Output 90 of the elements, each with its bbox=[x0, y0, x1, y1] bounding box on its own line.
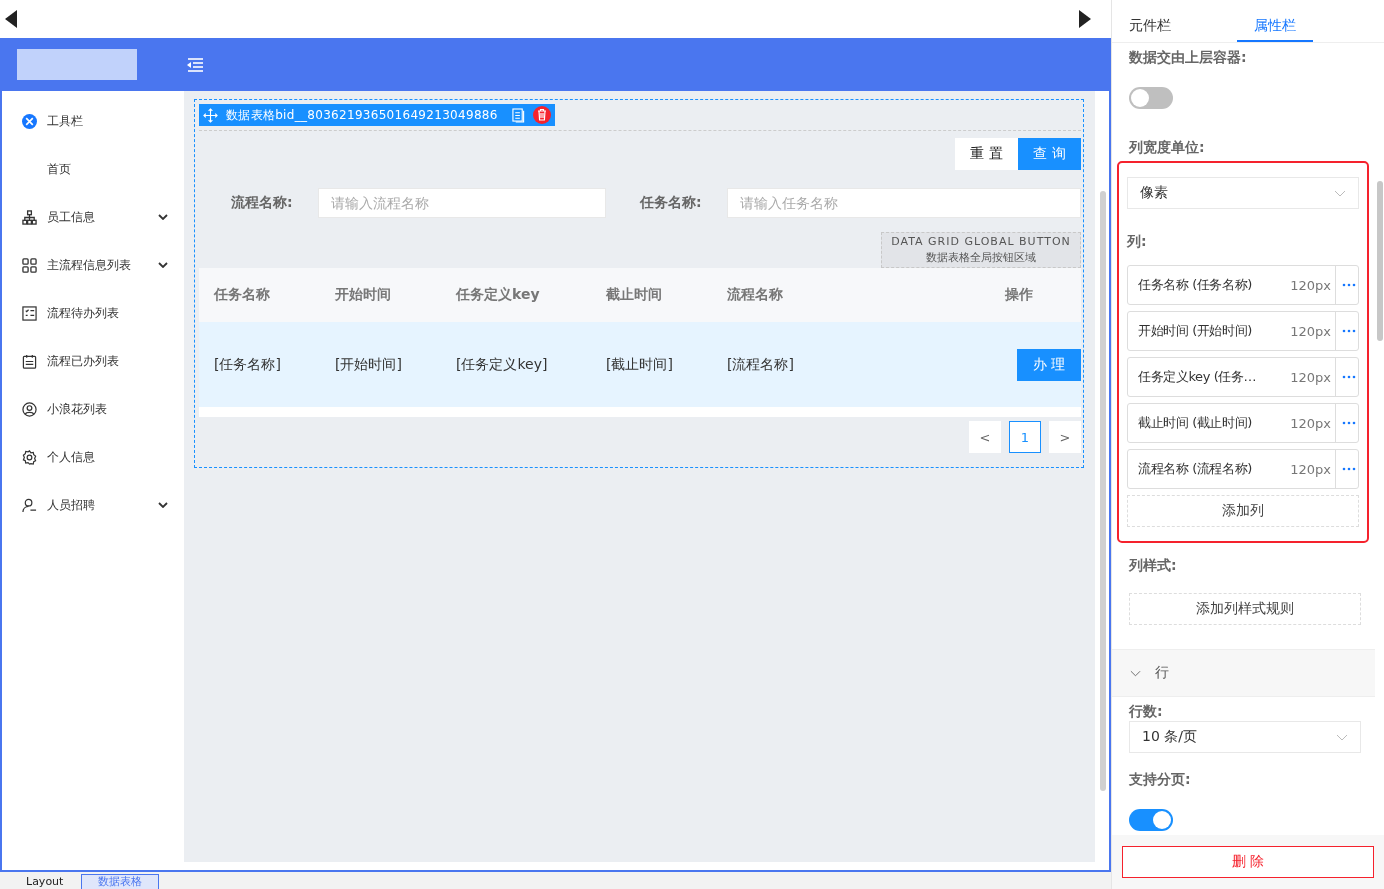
table-cell-text: [任务名称] bbox=[214, 355, 282, 374]
column-width: 120px bbox=[1289, 369, 1332, 385]
component-title: 数据表格bid__803621936501649213049886 bbox=[226, 106, 498, 124]
chevron-down-icon bbox=[1336, 733, 1348, 741]
bottom-tab[interactable]: Layout bbox=[10, 875, 80, 889]
forward-arrow-icon[interactable] bbox=[1079, 10, 1091, 28]
field-label: 列宽度单位: bbox=[1129, 139, 1206, 157]
data-grid-frame[interactable]: 数据表格bid__803621936501649213049886 重 置 查 询 流程名称: 请输入流程名称 任务名称: 请输入任务名称 DATA GRID GLOBAL BUTTON 数据表格全局按钮区域 任务名称 开始时间 任务定义key 截止时间 流程名称 操作 [任务名称] [开始时间] [任务定义key] [截止时间] [流程名称] 办 理 < 1 > bbox=[194, 99, 1084, 468]
copy-icon[interactable] bbox=[511, 107, 525, 123]
table-cell-text: [流程名称] bbox=[727, 355, 795, 374]
delete-button[interactable]: 删 除 bbox=[1122, 846, 1374, 878]
area-subtitle: 数据表格全局按钮区域 bbox=[926, 250, 1036, 265]
column-item[interactable]: 开始时间 (开始时间) 120px bbox=[1127, 311, 1359, 351]
column-header: 任务定义key bbox=[456, 286, 541, 304]
column-item[interactable]: 任务名称 (任务名称) 120px bbox=[1127, 265, 1359, 305]
sidebar-item[interactable]: 首页 bbox=[2, 145, 184, 193]
panel-tab[interactable]: 元件栏 bbox=[1129, 17, 1205, 42]
scrollbar-thumb[interactable] bbox=[1377, 181, 1383, 341]
next-page-button[interactable]: > bbox=[1049, 421, 1081, 453]
column-item[interactable]: 截止时间 (截止时间) 120px bbox=[1127, 403, 1359, 443]
column-header: 流程名称 bbox=[727, 286, 784, 304]
sidebar-item[interactable]: 人员招聘 bbox=[2, 481, 184, 529]
trash-icon[interactable] bbox=[532, 106, 551, 124]
column-width: 120px bbox=[1289, 323, 1332, 339]
column-width: 120px bbox=[1289, 461, 1332, 477]
filter-field[interactable]: 请输入流程名称 bbox=[318, 188, 606, 218]
table-row[interactable]: [任务名称] [开始时间] [任务定义key] [截止时间] [流程名称] 办 理 bbox=[199, 322, 1081, 407]
menu-icon[interactable] bbox=[186, 56, 204, 73]
field-label: 支持分页: bbox=[1129, 771, 1192, 789]
checklist-icon bbox=[22, 305, 37, 321]
field-label: 列: bbox=[1127, 233, 1148, 251]
more-icon[interactable] bbox=[1335, 266, 1358, 304]
user-circle-icon bbox=[22, 401, 37, 417]
toggle-switch[interactable] bbox=[1129, 809, 1173, 831]
section-header[interactable]: 行 bbox=[1112, 649, 1375, 697]
toggle-switch[interactable] bbox=[1129, 87, 1173, 109]
sidebar-item[interactable]: 小浪花列表 bbox=[2, 385, 184, 433]
column-header: 操作 bbox=[1004, 286, 1034, 304]
user-icon bbox=[22, 497, 37, 513]
column-name: 截止时间 (截止时间) bbox=[1138, 414, 1253, 432]
area-title: DATA GRID GLOBAL BUTTON bbox=[891, 235, 1071, 248]
chevron-down-icon bbox=[1334, 189, 1346, 197]
column-item[interactable]: 任务定义key (任务… 120px bbox=[1127, 357, 1359, 397]
table-cell-text: [开始时间] bbox=[335, 355, 403, 374]
panel-tab[interactable]: 属性栏 bbox=[1237, 17, 1313, 42]
sidebar-item[interactable]: 员工信息 bbox=[2, 193, 184, 241]
field-label: 列样式: bbox=[1129, 557, 1178, 575]
move-icon[interactable] bbox=[203, 107, 218, 123]
org-chart-icon bbox=[22, 209, 37, 225]
sidebar-item[interactable]: 流程待办列表 bbox=[2, 289, 184, 337]
more-icon[interactable] bbox=[1335, 450, 1358, 488]
table-cell-text: [截止时间] bbox=[606, 355, 674, 374]
field-label: 数据交由上层容器: bbox=[1129, 49, 1248, 67]
more-icon[interactable] bbox=[1335, 404, 1358, 442]
table-cell-text: [任务定义key] bbox=[456, 355, 549, 374]
back-arrow-icon[interactable] bbox=[5, 10, 17, 28]
settings-icon bbox=[22, 449, 37, 465]
sidebar-item[interactable]: 主流程信息列表 bbox=[2, 241, 184, 289]
column-header: 截止时间 bbox=[606, 286, 663, 304]
more-icon[interactable] bbox=[1335, 312, 1358, 350]
column-header: 任务名称 bbox=[214, 286, 271, 304]
column-width: 120px bbox=[1289, 277, 1332, 293]
chevron-down-icon bbox=[158, 502, 168, 508]
unit-select[interactable]: 像素 bbox=[1127, 177, 1359, 209]
column-width: 120px bbox=[1289, 415, 1332, 431]
sidebar-item[interactable]: 工具栏 bbox=[2, 97, 184, 145]
filter-label: 流程名称: bbox=[231, 194, 294, 212]
chevron-down-icon bbox=[158, 262, 168, 268]
more-icon[interactable] bbox=[1335, 358, 1358, 396]
filter-field[interactable]: 请输入任务名称 bbox=[727, 188, 1081, 218]
field-label: 行数: bbox=[1129, 703, 1164, 721]
add-style-rule-button[interactable]: 添加列样式规则 bbox=[1129, 593, 1361, 625]
sidebar-item[interactable]: 流程已办列表 bbox=[2, 337, 184, 385]
column-name: 任务名称 (任务名称) bbox=[1138, 276, 1253, 294]
column-item[interactable]: 流程名称 (流程名称) 120px bbox=[1127, 449, 1359, 489]
row-count-select[interactable]: 10 条/页 bbox=[1129, 721, 1361, 753]
scrollbar-thumb[interactable] bbox=[1100, 191, 1106, 791]
filter-label: 任务名称: bbox=[640, 194, 703, 212]
calendar-icon bbox=[22, 353, 37, 369]
query-button[interactable]: 重 置 bbox=[955, 138, 1018, 170]
sidebar-item[interactable]: 个人信息 bbox=[2, 433, 184, 481]
column-name: 任务定义key (任务… bbox=[1138, 368, 1258, 386]
chevron-down-icon bbox=[158, 214, 168, 220]
chevron-down-icon bbox=[1130, 669, 1141, 677]
column-header: 开始时间 bbox=[335, 286, 392, 304]
add-column-button[interactable]: 添加列 bbox=[1127, 495, 1359, 527]
column-name: 开始时间 (开始时间) bbox=[1138, 322, 1253, 340]
prev-page-button[interactable]: < bbox=[969, 421, 1001, 453]
column-name: 流程名称 (流程名称) bbox=[1138, 460, 1253, 478]
grid-icon bbox=[22, 257, 37, 273]
